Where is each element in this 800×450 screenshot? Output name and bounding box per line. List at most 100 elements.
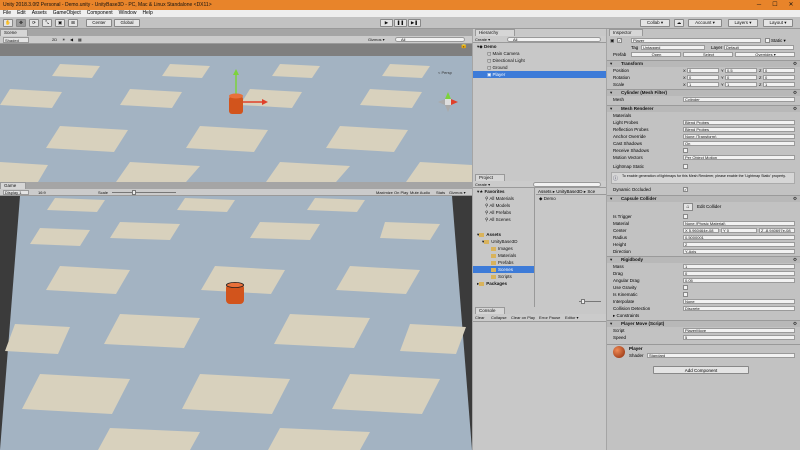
shading-dropdown[interactable]: Shaded — [3, 37, 29, 43]
project-search-input[interactable] — [533, 182, 601, 187]
prefab-select-button[interactable]: Select — [683, 52, 733, 57]
transform-z-field[interactable]: 0 — [763, 68, 795, 73]
center-y-field[interactable]: Y 0 — [721, 228, 757, 233]
layout-dropdown[interactable]: Layout ▾ — [763, 19, 793, 27]
menu-edit[interactable]: Edit — [17, 10, 26, 17]
edit-collider-button[interactable]: ⌂ — [683, 203, 693, 211]
transform-y-field[interactable]: 1 — [725, 82, 757, 87]
transform-tool-button[interactable]: ⊞ — [68, 19, 78, 27]
tree-item[interactable]: Scripts — [473, 273, 534, 280]
property-checkbox[interactable] — [683, 214, 688, 219]
move-tool-button[interactable]: ✥ — [16, 19, 26, 27]
property-field[interactable]: Discrete — [683, 306, 795, 311]
property-field[interactable]: 0.5000001 — [683, 235, 795, 240]
menu-gameobject[interactable]: GameObject — [53, 10, 81, 17]
tree-item[interactable]: Images — [473, 245, 534, 252]
gear-icon[interactable]: ⚙ — [793, 106, 797, 112]
prefab-overrides-dropdown[interactable]: Overrides ▾ — [735, 52, 795, 57]
icon-size-slider-thumb[interactable] — [581, 299, 585, 304]
property-dropdown[interactable]: Blend Probes — [683, 127, 795, 132]
transform-x-field[interactable]: 1 — [687, 82, 719, 87]
tab-hierarchy[interactable]: Hierarchy — [475, 29, 515, 36]
scene-viewport[interactable]: < Persp 🔒 — [0, 44, 472, 182]
transform-x-field[interactable]: 0 — [687, 75, 719, 80]
object-name-field[interactable]: Player — [631, 38, 761, 43]
component-transform[interactable]: ▾ Transform ⚙ — [607, 60, 800, 67]
gear-icon[interactable]: ⚙ — [793, 196, 797, 202]
asset-item[interactable]: ◆ Demo — [539, 195, 599, 202]
component-capsule-collider[interactable]: ▾ Capsule Collider ⚙ — [607, 195, 800, 202]
breadcrumb-item[interactable]: Sce — [587, 189, 595, 194]
cloud-button[interactable]: ☁ — [674, 19, 684, 27]
hierarchy-item[interactable]: ▢ Main Camera — [473, 50, 606, 57]
component-rigidbody[interactable]: ▾ Rigidbody ⚙ — [607, 256, 800, 263]
component-player-move[interactable]: ▾ Player Move (Script) ⚙ — [607, 320, 800, 327]
mute-audio-toggle[interactable]: Mute Audio — [410, 189, 430, 196]
mesh-field[interactable]: Cylinder — [683, 97, 795, 102]
hierarchy-item[interactable]: ▢ Directional Light — [473, 57, 606, 64]
lightmap-static-checkbox[interactable] — [683, 164, 688, 169]
property-dropdown[interactable]: Per Object Motion — [683, 155, 795, 160]
property-field[interactable]: Y-Axis — [683, 249, 795, 254]
close-button[interactable]: ✕ — [784, 0, 798, 10]
property-dropdown[interactable]: On — [683, 141, 795, 146]
scale-slider-thumb[interactable] — [132, 190, 137, 195]
static-checkbox[interactable] — [765, 38, 770, 43]
favorite-item[interactable]: ⚲ All Prefabs — [473, 209, 534, 216]
property-dropdown[interactable]: None (Transform) — [683, 134, 795, 139]
layers-dropdown[interactable]: Layers ▾ — [728, 19, 758, 27]
tab-project[interactable]: Project — [475, 174, 505, 181]
property-checkbox[interactable] — [683, 148, 688, 153]
component-mesh-renderer[interactable]: ▾ Mesh Renderer ⚙ — [607, 105, 800, 112]
property-checkbox[interactable] — [683, 292, 688, 297]
active-checkbox[interactable]: ✓ — [617, 38, 622, 43]
breadcrumb-item[interactable]: Assets — [538, 189, 552, 194]
tab-inspector[interactable]: Inspector — [609, 29, 643, 36]
persp-label[interactable]: < Persp — [438, 70, 452, 75]
property-field[interactable]: 1 — [683, 264, 795, 269]
pivot-toggle[interactable]: Center — [86, 19, 112, 27]
console-clear-on-play-button[interactable]: Clear on Play — [511, 314, 535, 321]
scale-slider[interactable] — [112, 192, 176, 193]
play-button[interactable]: ▶ — [380, 19, 393, 27]
gear-icon[interactable]: ⚙ — [793, 90, 797, 96]
gear-icon[interactable]: ⚙ — [793, 321, 797, 327]
center-z-field[interactable]: Z -8.940697e-08 — [759, 228, 795, 233]
prefab-open-button[interactable]: Open — [631, 52, 681, 57]
transform-z-field[interactable]: 1 — [763, 82, 795, 87]
maximize-on-play-toggle[interactable]: Maximize On Play — [376, 189, 408, 196]
packages-header[interactable]: ▸ Packages — [473, 280, 534, 287]
scene-lock-icon[interactable]: 🔒 — [460, 44, 467, 49]
hierarchy-scene-row[interactable]: ▾◆ Demo — [473, 43, 606, 50]
property-field[interactable]: 0 — [683, 271, 795, 276]
center-x-field[interactable]: X 5.960464e-08 — [683, 228, 719, 233]
component-mesh-filter[interactable]: ▾ Cylinder (Mesh Filter) ⚙ — [607, 89, 800, 96]
hierarchy-create-button[interactable]: Create ▾ — [475, 36, 490, 43]
menu-assets[interactable]: Assets — [32, 10, 47, 17]
tree-item-selected[interactable]: Scenes — [473, 266, 534, 273]
gear-icon[interactable]: ⚙ — [793, 61, 797, 67]
scale-tool-button[interactable]: ⤡ — [42, 19, 52, 27]
property-field[interactable]: 2 — [683, 242, 795, 247]
favorites-header[interactable]: ▾★ Favorites — [473, 188, 534, 195]
dynamic-occluded-checkbox[interactable]: ✓ — [683, 187, 688, 192]
favorite-item[interactable]: ⚲ All Materials — [473, 195, 534, 202]
console-error-pause-button[interactable]: Error Pause — [539, 314, 560, 321]
favorite-item[interactable]: ⚲ All Scenes — [473, 216, 534, 223]
gear-icon[interactable]: ⚙ — [793, 257, 797, 263]
stats-toggle[interactable]: Stats — [436, 189, 445, 196]
add-component-button[interactable]: Add Component — [653, 366, 749, 374]
project-create-button[interactable]: Create ▾ — [475, 181, 490, 188]
scene-search-input[interactable]: All — [395, 37, 465, 42]
transform-z-field[interactable]: 0 — [763, 75, 795, 80]
space-toggle[interactable]: Global — [114, 19, 140, 27]
property-field[interactable]: 5 — [683, 335, 795, 340]
2d-toggle[interactable]: 2D — [52, 36, 57, 43]
property-field[interactable]: 0.05 — [683, 278, 795, 283]
hierarchy-item[interactable]: ▢ Ground — [473, 64, 606, 71]
property-field[interactable]: None — [683, 299, 795, 304]
shader-dropdown[interactable]: Standard — [647, 353, 795, 358]
favorite-item[interactable]: ⚲ All Models — [473, 202, 534, 209]
rect-tool-button[interactable]: ▣ — [55, 19, 65, 27]
tree-item[interactable]: Prefabs — [473, 259, 534, 266]
